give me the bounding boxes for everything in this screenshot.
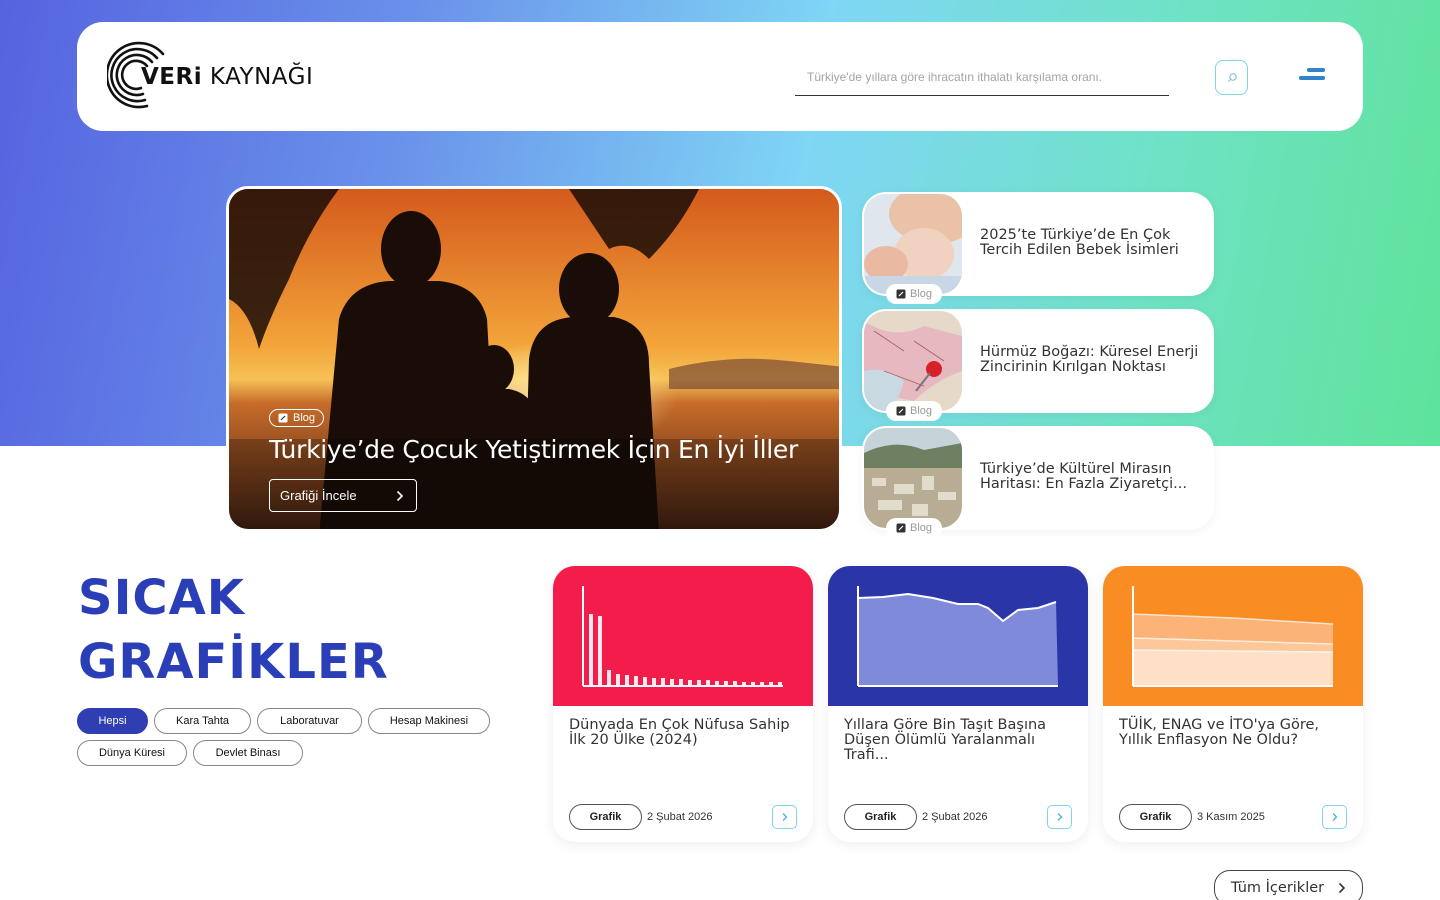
search-input[interactable]	[795, 60, 1169, 94]
all-contents-label: Tüm İçerikler	[1230, 880, 1325, 896]
menu-button[interactable]	[1297, 66, 1327, 86]
chart-card-date: 2 Şubat 2026	[647, 811, 713, 823]
side-post-badge-label: Blog	[910, 522, 933, 534]
chart-card-tag[interactable]: Grafik	[569, 804, 642, 830]
side-post-title: 2025’te Türkiye’de En Çok Tercih Edilen …	[980, 227, 1179, 258]
side-post-badge-label: Blog	[910, 405, 933, 417]
chart-card[interactable]: TÜİK, ENAG ve İTO'ya Göre, Yıllık Enflas…	[1103, 566, 1363, 842]
site-header: VERi KAYNAĞI	[77, 22, 1363, 131]
blog-icon	[896, 289, 906, 299]
blog-icon	[896, 406, 906, 416]
filter-chip-government-building[interactable]: Devlet Binası	[193, 740, 303, 766]
side-post-badge: Blog	[886, 284, 943, 304]
chart-thumbnail	[1103, 566, 1363, 706]
chart-card-title: Dünyada En Çok Nüfusa Sahip İlk 20 Ülke …	[569, 717, 790, 748]
filter-chip-blackboard[interactable]: Kara Tahta	[154, 708, 251, 734]
search-field	[795, 60, 1169, 96]
side-post-title: Türkiye’de Kültürel Mirasın Haritası: En…	[980, 461, 1187, 492]
chart-card[interactable]: Dünyada En Çok Nüfusa Sahip İlk 20 Ülke …	[553, 566, 813, 842]
chevron-right-icon	[1332, 813, 1337, 821]
chart-thumbnail	[828, 566, 1088, 706]
view-chart-button[interactable]: Grafiği İncele	[269, 479, 417, 512]
section-title: SICAK GRAFİKLER	[78, 566, 389, 694]
filter-chip-globe[interactable]: Dünya Küresi	[77, 740, 187, 766]
section-title-line: SICAK	[78, 570, 245, 626]
chevron-right-icon	[1057, 813, 1062, 821]
all-contents-button[interactable]: Tüm İçerikler	[1214, 870, 1363, 900]
filter-chip-all[interactable]: Hepsi	[77, 708, 148, 734]
logo[interactable]: VERi KAYNAĞI	[105, 40, 327, 112]
logo-text: VERi KAYNAĞI	[141, 64, 314, 90]
side-post[interactable]: Blog Hürmüz Boğazı: Küresel Enerji Zinci…	[862, 309, 1214, 421]
side-post-badge: Blog	[886, 401, 943, 421]
filter-chip-calculator[interactable]: Hesap Makinesi	[368, 708, 490, 734]
featured-badge-label: Blog	[293, 412, 316, 424]
filter-chip-laboratory[interactable]: Laboratuvar	[257, 708, 362, 734]
baby-image	[864, 194, 962, 294]
chart-card-tag[interactable]: Grafik	[1119, 804, 1192, 830]
menu-line	[1307, 68, 1325, 72]
ruins-image	[864, 428, 962, 528]
chevron-right-icon	[782, 813, 787, 821]
chart-card-title: TÜİK, ENAG ve İTO'ya Göre, Yıllık Enflas…	[1119, 717, 1319, 748]
side-post-thumbnail	[864, 311, 962, 411]
menu-line	[1299, 76, 1325, 80]
chart-card-open-button[interactable]	[1047, 805, 1072, 829]
blog-icon	[278, 413, 288, 423]
featured-title[interactable]: Türkiye’de Çocuk Yetiştirmek İçin En İyi…	[269, 435, 798, 464]
chart-card-date: 3 Kasım 2025	[1197, 811, 1265, 823]
side-post-thumbnail	[864, 428, 962, 528]
chart-card-title: Yıllara Göre Bin Taşıt Başına Düşen Ölüm…	[844, 717, 1047, 763]
side-post[interactable]: Blog Türkiye’de Kültürel Mirasın Haritas…	[862, 426, 1214, 538]
side-post-title: Hürmüz Boğazı: Küresel Enerji Zincirinin…	[980, 344, 1199, 375]
chart-card-tag[interactable]: Grafik	[844, 804, 917, 830]
section-title-line: GRAFİKLER	[78, 634, 389, 690]
map-image	[864, 311, 962, 411]
chart-card-open-button[interactable]	[1322, 805, 1347, 829]
chevron-right-icon	[396, 490, 404, 501]
view-chart-label: Grafiği İncele	[280, 488, 357, 503]
chart-card-open-button[interactable]	[772, 805, 797, 829]
search-icon	[1227, 72, 1237, 82]
search-button[interactable]	[1215, 60, 1248, 95]
side-post-badge-label: Blog	[910, 288, 933, 300]
side-post-thumbnail	[864, 194, 962, 294]
featured-post[interactable]: Blog Türkiye’de Çocuk Yetiştirmek İçin E…	[226, 186, 842, 532]
chart-thumbnail	[553, 566, 813, 706]
chart-card-date: 2 Şubat 2026	[922, 811, 988, 823]
featured-badge: Blog	[269, 409, 325, 427]
chevron-right-icon	[1339, 882, 1346, 894]
chart-card[interactable]: Yıllara Göre Bin Taşıt Başına Düşen Ölüm…	[828, 566, 1088, 842]
side-post-badge: Blog	[886, 518, 943, 538]
blog-icon	[896, 523, 906, 533]
side-post[interactable]: Blog 2025’te Türkiye’de En Çok Tercih Ed…	[862, 192, 1214, 304]
